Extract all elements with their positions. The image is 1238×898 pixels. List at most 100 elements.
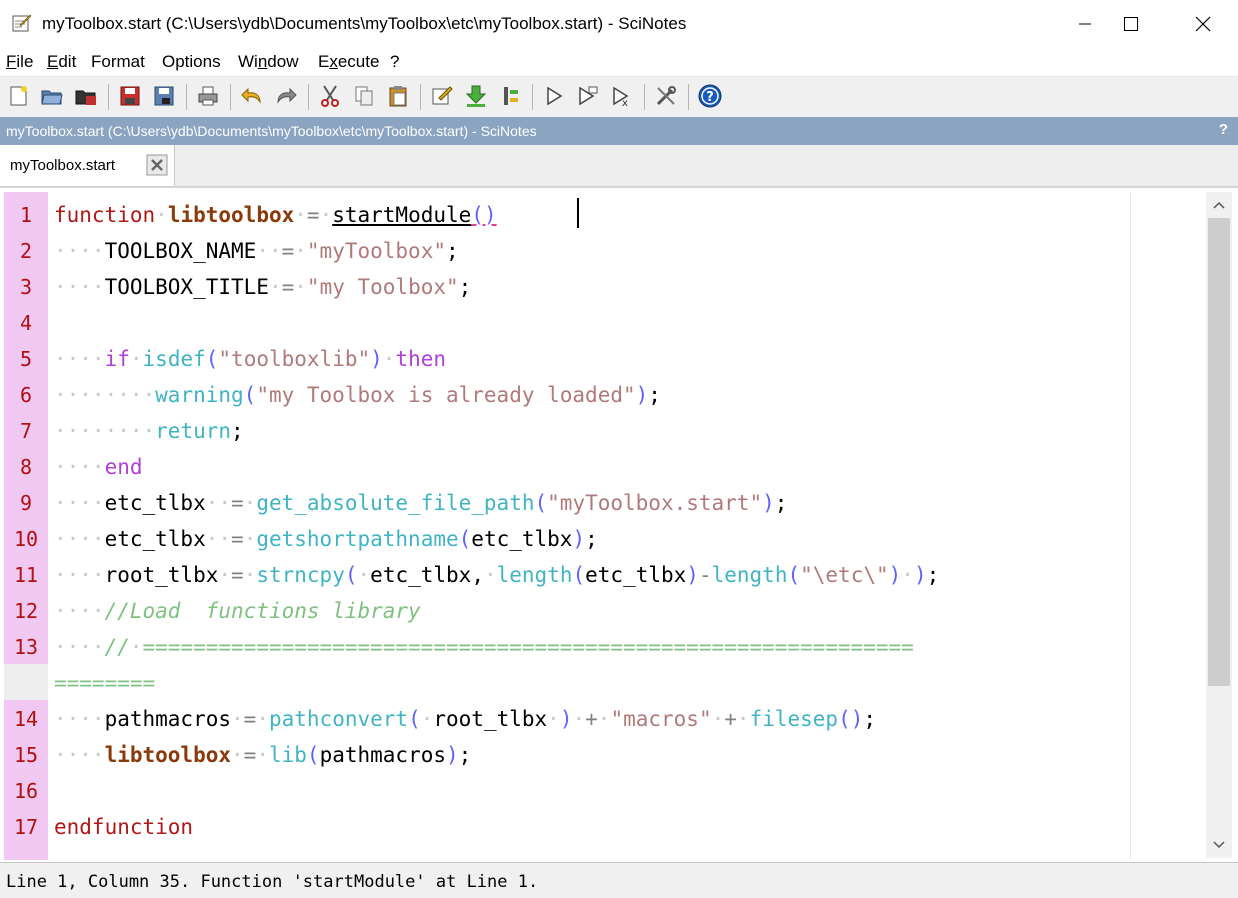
chevron-down-icon	[1213, 841, 1225, 849]
code-line: ········warning("my Toolbox is already l…	[54, 383, 661, 407]
cut-button[interactable]	[316, 82, 344, 110]
chevron-up-icon	[1213, 201, 1225, 209]
code-line: endfunction	[54, 815, 194, 839]
toolbar-separator	[688, 84, 689, 110]
paste-button[interactable]	[384, 82, 412, 110]
comment-icon	[432, 86, 453, 105]
open-recent-icon	[75, 90, 96, 105]
docbar-help-button[interactable]: ?	[1219, 121, 1228, 138]
scroll-up-button[interactable]	[1206, 192, 1232, 218]
scrollbar-thumb[interactable]	[1208, 218, 1230, 686]
undo-button[interactable]	[238, 82, 266, 110]
menu-bar: File Edit Format Options Window Execute …	[0, 48, 1238, 76]
document-path: myToolbox.start (C:\Users\ydb\Documents\…	[6, 123, 537, 139]
toolbar-separator	[230, 84, 231, 110]
menu-edit[interactable]: Edit	[47, 52, 76, 72]
toolbar-separator	[532, 84, 533, 110]
paste-icon	[389, 86, 407, 107]
menu-window[interactable]: Window	[238, 52, 298, 72]
new-file-icon	[10, 86, 27, 106]
open-file-button[interactable]	[38, 82, 66, 110]
execute-button[interactable]	[496, 82, 524, 110]
line-number: 1	[19, 203, 33, 227]
line-number: 17	[13, 815, 39, 839]
save-as-icon	[154, 86, 174, 106]
menu-help[interactable]: ?	[390, 52, 399, 72]
toolbar-separator	[644, 84, 645, 110]
code-line-wrapped: ========	[54, 671, 156, 695]
code-line: ····//·=================================…	[54, 635, 914, 659]
minimize-button[interactable]	[1062, 0, 1108, 48]
new-file-button[interactable]	[4, 82, 32, 110]
code-line: ········return;	[54, 419, 244, 443]
status-bar: Line 1, Column 35. Function 'startModule…	[0, 862, 1238, 898]
line-number: 4	[19, 311, 33, 335]
title-bar: myToolbox.start (C:\Users\ydb\Documents\…	[0, 0, 1238, 48]
minimize-icon	[1079, 23, 1091, 25]
code-line: ····pathmacros·=·pathconvert(·root_tlbx·…	[54, 707, 877, 731]
toolbar: x ?	[0, 76, 1238, 117]
print-button[interactable]	[194, 82, 222, 110]
save-button[interactable]	[116, 82, 144, 110]
code-line: ····TOOLBOX_TITLE·=·"my Toolbox";	[54, 275, 472, 299]
code-line: ····root_tlbx·=·strncpy(·etc_tlbx,·lengt…	[54, 563, 940, 587]
redo-button[interactable]	[272, 82, 300, 110]
run-until-cursor-button[interactable]	[574, 82, 602, 110]
open-recent-button[interactable]	[72, 82, 100, 110]
copy-icon	[355, 86, 373, 106]
menu-file[interactable]: File	[6, 52, 33, 72]
tab-strip: myToolbox.start	[0, 145, 1238, 187]
redo-icon	[277, 87, 297, 104]
line-number: 5	[19, 347, 33, 371]
settings-icon	[656, 86, 676, 106]
tab-mytoolbox-start[interactable]: myToolbox.start	[0, 145, 175, 186]
line-number: 6	[19, 383, 33, 407]
menu-format[interactable]: Format	[91, 52, 145, 72]
maximize-button[interactable]	[1108, 0, 1154, 48]
edge-margin-line	[1130, 192, 1131, 860]
help-button[interactable]: ?	[696, 82, 724, 110]
run-icon	[547, 86, 563, 106]
line-number: 13	[13, 635, 39, 659]
save-as-button[interactable]	[150, 82, 178, 110]
run-button[interactable]	[540, 82, 568, 110]
help-icon: ?	[698, 84, 722, 108]
toolbar-separator	[308, 84, 309, 110]
code-line: ····libtoolbox·=·lib(pathmacros);	[54, 743, 472, 767]
close-icon	[1195, 16, 1211, 32]
run-with-echo-button[interactable]: x	[608, 82, 636, 110]
load-button[interactable]	[462, 82, 490, 110]
line-number: 8	[19, 455, 33, 479]
line-number: 2	[19, 239, 33, 263]
menu-execute[interactable]: Execute	[318, 52, 379, 72]
code-line: ····if·isdef("toolboxlib")·then	[54, 347, 447, 371]
comment-button[interactable]	[428, 82, 456, 110]
code-line: ····end	[54, 455, 143, 479]
cut-icon	[321, 85, 339, 107]
window-title: myToolbox.start (C:\Users\ydb\Documents\…	[42, 14, 687, 33]
copy-button[interactable]	[350, 82, 378, 110]
tab-close-button[interactable]	[146, 154, 168, 176]
maximize-icon	[1124, 17, 1138, 31]
svg-text:?: ?	[706, 90, 714, 105]
execute-icon	[504, 87, 518, 105]
settings-button[interactable]	[652, 82, 680, 110]
line-number: 11	[13, 563, 39, 587]
close-button[interactable]	[1180, 0, 1226, 48]
document-title-bar: myToolbox.start (C:\Users\ydb\Documents\…	[0, 117, 1238, 145]
code-line: ····TOOLBOX_NAME··=·"myToolbox";	[54, 239, 459, 263]
toolbar-separator	[108, 84, 109, 110]
line-number: 7	[19, 419, 33, 443]
save-icon	[120, 86, 140, 106]
line-number: 3	[19, 275, 33, 299]
tab-label: myToolbox.start	[10, 157, 116, 174]
close-icon	[146, 154, 168, 176]
toolbar-separator	[420, 84, 421, 110]
code-text-area[interactable]: function·libtoolbox·=·startModule() ····…	[50, 192, 1130, 860]
run-with-echo-icon: x	[613, 86, 629, 108]
toolbar-separator	[186, 84, 187, 110]
scroll-down-button[interactable]	[1206, 832, 1232, 858]
load-icon	[465, 85, 487, 107]
menu-options[interactable]: Options	[162, 52, 221, 72]
code-line: function·libtoolbox·=·startModule()	[54, 203, 497, 227]
